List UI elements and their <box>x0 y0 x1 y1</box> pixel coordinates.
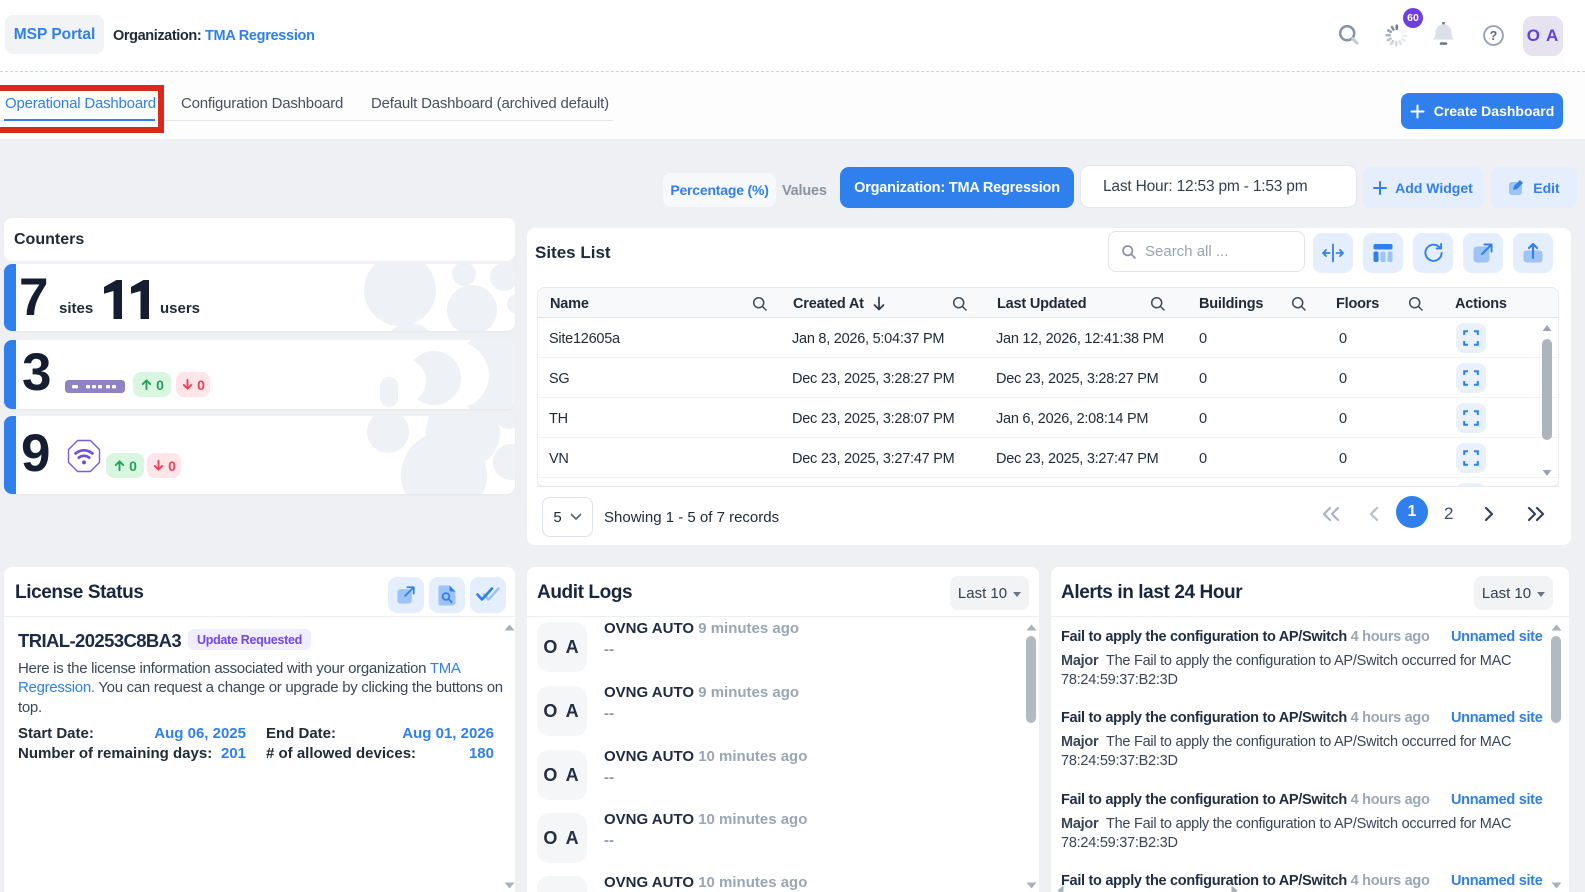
svg-text:?: ? <box>1490 29 1498 43</box>
